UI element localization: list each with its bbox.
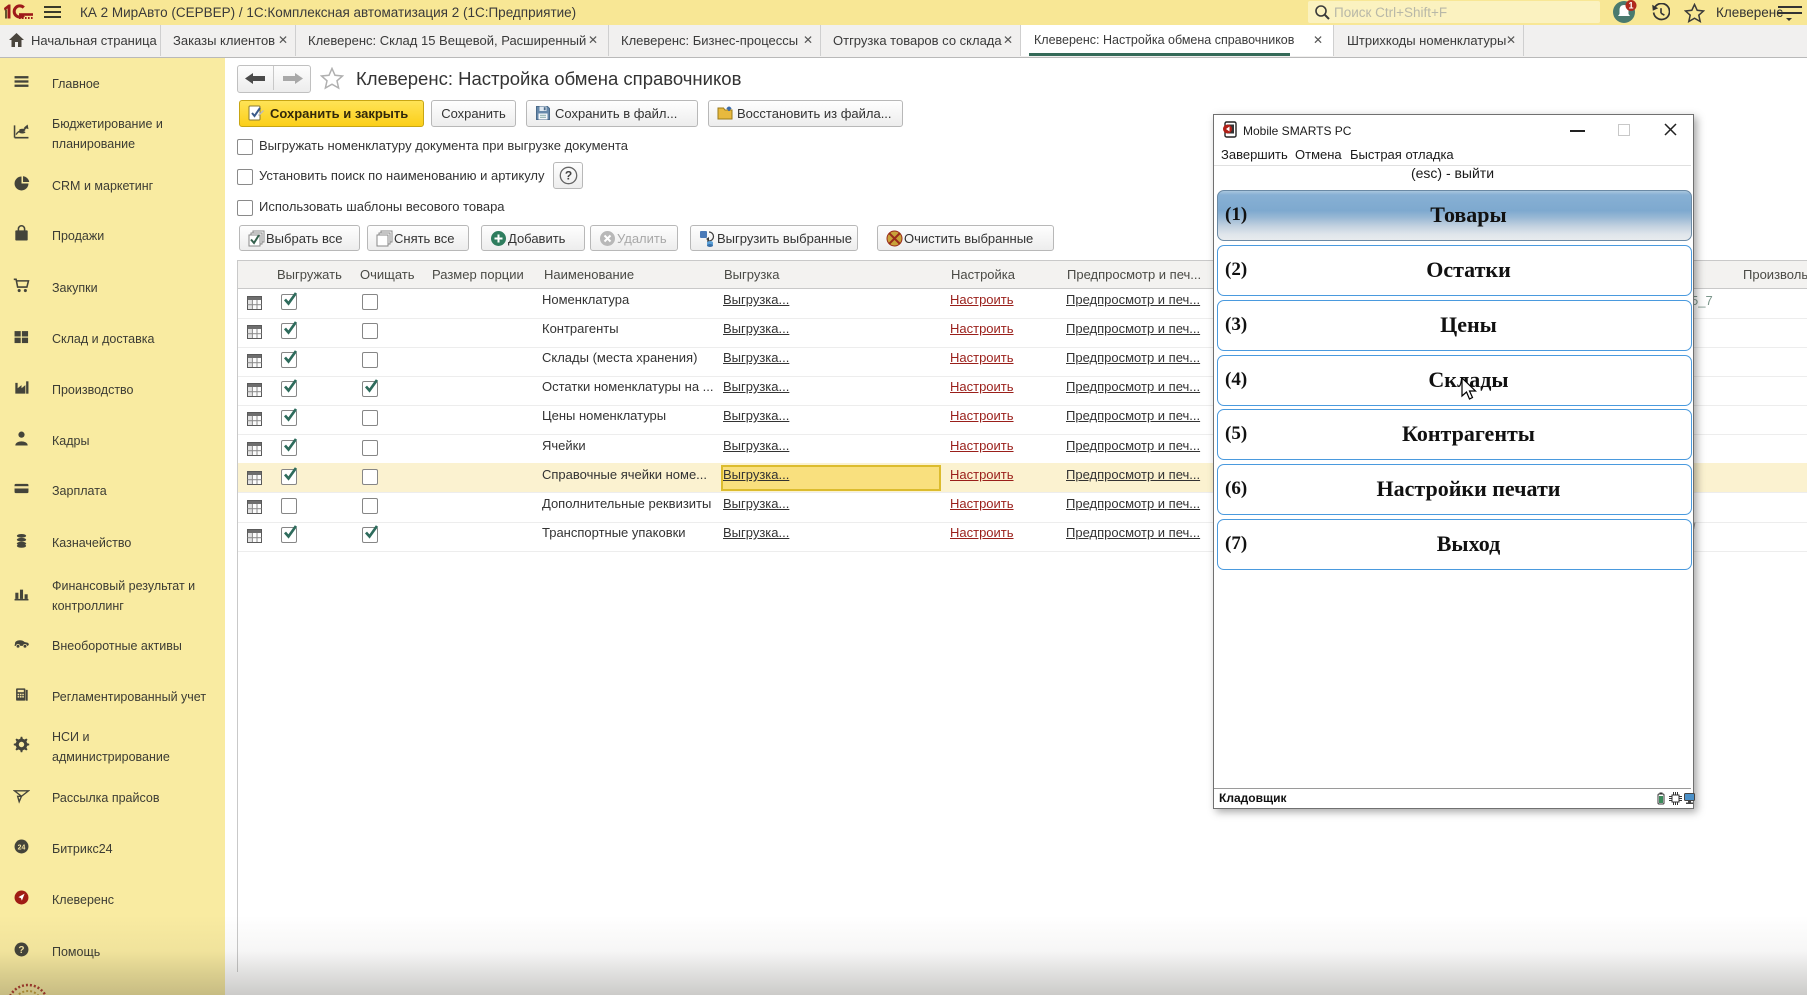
svg-text:?: ?	[565, 169, 572, 183]
svg-text:24: 24	[18, 845, 26, 852]
svg-text:?: ?	[18, 945, 24, 956]
svg-text:1: 1	[1628, 1, 1633, 11]
